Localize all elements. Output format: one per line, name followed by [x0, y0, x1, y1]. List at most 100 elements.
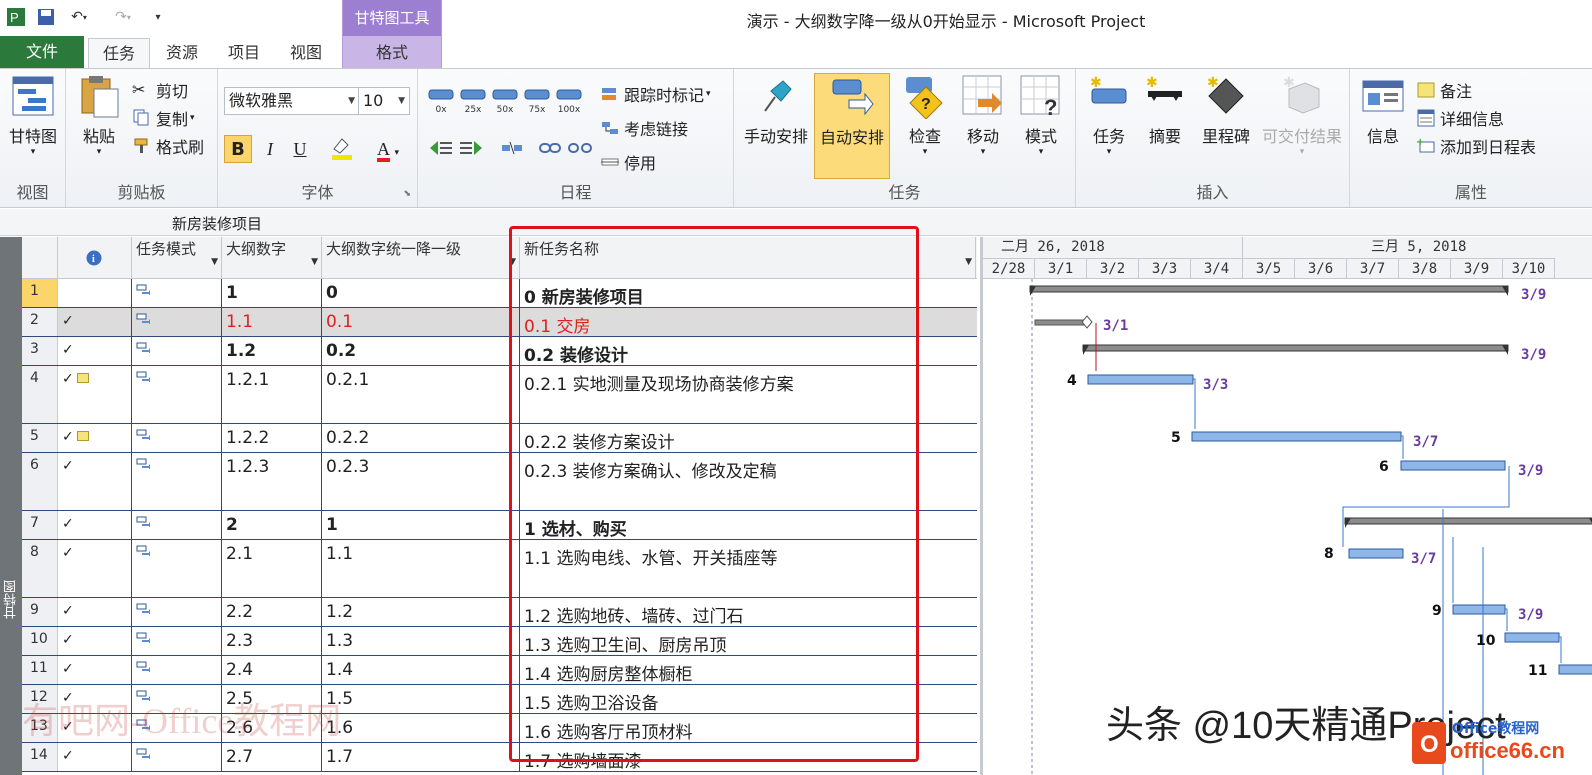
insert-summary-button[interactable]: ✱ 摘要: [1140, 73, 1190, 147]
row-id[interactable]: 7: [22, 511, 58, 539]
row-outline-down[interactable]: 0: [322, 279, 520, 307]
row-outline-down[interactable]: 1.6: [322, 714, 520, 742]
row-outline-down[interactable]: 0.2: [322, 337, 520, 365]
row-id[interactable]: 5: [22, 424, 58, 452]
row-task-mode[interactable]: [132, 511, 222, 539]
font-size-combo[interactable]: 10 ▼: [358, 87, 410, 115]
insert-deliverable-button[interactable]: ✱ 可交付结果 ▾: [1256, 73, 1348, 157]
row-task-mode[interactable]: [132, 656, 222, 684]
row-outline-down[interactable]: 1: [322, 511, 520, 539]
details-button[interactable]: 详细信息: [1416, 105, 1504, 131]
row-id[interactable]: 8: [22, 540, 58, 597]
tab-task[interactable]: 任务: [88, 38, 150, 70]
row-outline-down[interactable]: 0.2.3: [322, 453, 520, 510]
view-bar[interactable]: [0, 237, 22, 775]
cut-button[interactable]: ✂ 剪切: [132, 77, 188, 103]
header-task-mode[interactable]: 任务模式 ▼: [132, 237, 222, 279]
note-icon[interactable]: [76, 431, 89, 441]
mode-button[interactable]: ? 模式 ▾: [1014, 73, 1068, 157]
header-indicators[interactable]: i: [58, 237, 132, 279]
header-outline-down[interactable]: 大纲数字统一降一级 ▼: [322, 237, 520, 279]
notes-button[interactable]: 备注: [1416, 77, 1472, 103]
row-task-mode[interactable]: [132, 627, 222, 655]
move-button[interactable]: 移动 ▾: [956, 73, 1010, 157]
row-outline-down[interactable]: 1.1: [322, 540, 520, 597]
row-id[interactable]: 1: [22, 279, 58, 307]
row-task-mode[interactable]: [132, 366, 222, 423]
row-task-mode[interactable]: [132, 308, 222, 336]
tab-resource[interactable]: 资源: [152, 38, 212, 68]
split-task-button[interactable]: [500, 135, 526, 161]
link-tasks-button[interactable]: [538, 135, 564, 161]
row-task-mode[interactable]: [132, 540, 222, 597]
row-outline-number[interactable]: 2.3: [222, 627, 322, 655]
row-outline-number[interactable]: 2.7: [222, 743, 322, 771]
row-id[interactable]: 14: [22, 743, 58, 771]
row-task-mode[interactable]: [132, 279, 222, 307]
row-outline-number[interactable]: 1: [222, 279, 322, 307]
font-family-combo[interactable]: 微软雅黑 ▼: [224, 87, 360, 115]
highlight-color-button[interactable]: [326, 135, 360, 163]
row-task-mode[interactable]: [132, 337, 222, 365]
add-to-timeline-button[interactable]: + 添加到日程表: [1416, 133, 1536, 159]
format-painter-button[interactable]: 格式刷: [132, 133, 204, 159]
header-select-all[interactable]: [22, 237, 58, 279]
row-outline-number[interactable]: 1.1: [222, 308, 322, 336]
tab-file[interactable]: 文件: [0, 36, 84, 68]
header-outline-number[interactable]: 大纲数字 ▼: [222, 237, 322, 279]
percent-complete-button[interactable]: 100x: [554, 89, 584, 119]
row-id[interactable]: 4: [22, 366, 58, 423]
row-id[interactable]: 3: [22, 337, 58, 365]
note-icon[interactable]: [76, 373, 89, 383]
row-task-mode[interactable]: [132, 453, 222, 510]
row-outline-down[interactable]: 0.1: [322, 308, 520, 336]
unlink-tasks-button[interactable]: [568, 135, 594, 161]
tab-view[interactable]: 视图: [276, 38, 336, 68]
bold-button[interactable]: B: [224, 135, 252, 163]
row-outline-number[interactable]: 1.2: [222, 337, 322, 365]
information-button[interactable]: 信息: [1356, 73, 1410, 147]
row-outline-down[interactable]: 1.4: [322, 656, 520, 684]
percent-complete-button[interactable]: 0x: [426, 89, 456, 119]
row-outline-down[interactable]: 1.2: [322, 598, 520, 626]
row-outline-number[interactable]: 1.2.1: [222, 366, 322, 423]
auto-schedule-button[interactable]: 自动安排: [814, 73, 890, 179]
paste-button[interactable]: 粘贴 ▾: [74, 73, 124, 157]
tab-format[interactable]: 格式: [342, 38, 442, 68]
gantt-chart-button[interactable]: 甘特图 ▾: [4, 73, 62, 157]
font-color-button[interactable]: A ▾: [368, 135, 408, 163]
inactivate-button[interactable]: 停用: [600, 149, 656, 175]
row-outline-number[interactable]: 2: [222, 511, 322, 539]
row-outline-down[interactable]: 0.2.1: [322, 366, 520, 423]
row-id[interactable]: 6: [22, 453, 58, 510]
font-dialog-launcher[interactable]: ⬊: [403, 189, 411, 199]
row-outline-number[interactable]: 2.1: [222, 540, 322, 597]
insert-milestone-button[interactable]: ✱ 里程碑: [1194, 73, 1258, 147]
row-id[interactable]: 2: [22, 308, 58, 336]
tab-project[interactable]: 项目: [214, 38, 274, 68]
copy-button[interactable]: 复制 ▾: [132, 105, 195, 131]
inspect-button[interactable]: ? 检查 ▾: [898, 73, 952, 157]
manually-schedule-button[interactable]: 手动安排: [738, 73, 814, 147]
row-outline-number[interactable]: 2.2: [222, 598, 322, 626]
row-task-mode[interactable]: [132, 743, 222, 771]
row-outline-number[interactable]: 1.2.3: [222, 453, 322, 510]
row-id[interactable]: 9: [22, 598, 58, 626]
percent-complete-button[interactable]: 75x: [522, 89, 552, 119]
underline-button[interactable]: U: [286, 135, 314, 163]
row-id[interactable]: 10: [22, 627, 58, 655]
percent-complete-button[interactable]: 25x: [458, 89, 488, 119]
row-outline-number[interactable]: 2.4: [222, 656, 322, 684]
insert-task-button[interactable]: ✱ 任务 ▾: [1084, 73, 1134, 157]
row-outline-down[interactable]: 1.5: [322, 685, 520, 713]
row-task-mode[interactable]: [132, 598, 222, 626]
row-id[interactable]: 11: [22, 656, 58, 684]
italic-button[interactable]: I: [256, 135, 284, 163]
indent-button[interactable]: [458, 135, 486, 161]
outdent-button[interactable]: [428, 135, 456, 161]
row-outline-number[interactable]: 1.2.2: [222, 424, 322, 452]
row-outline-down[interactable]: 1.3: [322, 627, 520, 655]
row-outline-down[interactable]: 0.2.2: [322, 424, 520, 452]
row-outline-down[interactable]: 1.7: [322, 743, 520, 771]
percent-complete-button[interactable]: 50x: [490, 89, 520, 119]
